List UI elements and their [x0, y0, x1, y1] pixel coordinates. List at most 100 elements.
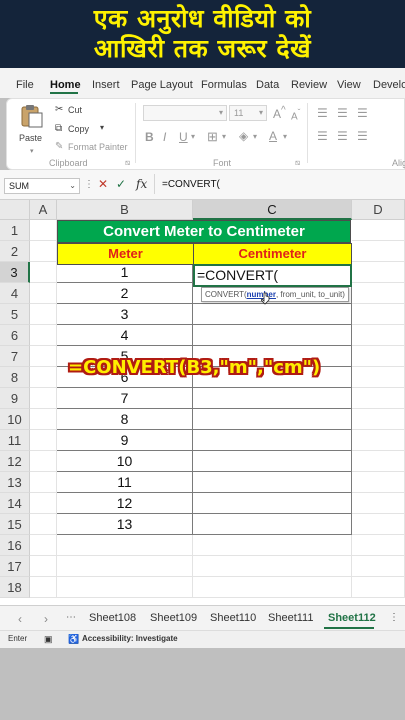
row-header[interactable]: 17 [0, 556, 30, 577]
menu-review[interactable]: Review [291, 79, 327, 91]
centimeter-value-cell[interactable] [193, 451, 352, 472]
row-header[interactable]: 4 [0, 283, 30, 304]
underline-button[interactable]: U [179, 130, 188, 144]
dialog-launcher-icon[interactable]: ⧅ [125, 158, 130, 168]
grid-cell[interactable] [193, 535, 352, 556]
grid-cell[interactable] [30, 220, 57, 241]
chevron-down-icon[interactable]: ▾ [222, 132, 226, 141]
header-meter[interactable]: Meter [57, 243, 194, 265]
grid-cell[interactable] [57, 577, 193, 598]
align-center-icon[interactable]: ☰ [337, 129, 348, 143]
row-header[interactable]: 3 [0, 262, 30, 283]
row-header[interactable]: 11 [0, 430, 30, 451]
meter-value-cell[interactable]: 4 [57, 325, 193, 346]
grid-cell[interactable] [352, 346, 405, 367]
column-header-d[interactable]: D [352, 200, 405, 220]
row-header[interactable]: 14 [0, 493, 30, 514]
font-color-icon[interactable]: A [269, 129, 277, 143]
menu-file[interactable]: File [16, 79, 34, 91]
spreadsheet-grid[interactable]: A B C D 1 2 3 4 5 6 7 8 9 10 11 12 13 14 15 16 17 18 1234… [0, 200, 405, 605]
select-all-corner[interactable] [0, 200, 30, 220]
grid-cell[interactable] [30, 535, 57, 556]
menu-insert[interactable]: Insert [92, 79, 120, 91]
increase-font-icon[interactable]: A^ [273, 105, 286, 121]
row-header[interactable]: 9 [0, 388, 30, 409]
row-header[interactable]: 5 [0, 304, 30, 325]
centimeter-value-cell[interactable] [193, 472, 352, 493]
row-header[interactable]: 1 [0, 220, 30, 241]
font-size-dropdown[interactable]: 11 ▾ [229, 105, 267, 121]
grid-cell[interactable] [30, 304, 57, 325]
accessibility-status[interactable]: Accessibility: Investigate [82, 634, 178, 643]
accessibility-icon[interactable]: ♿ [68, 634, 79, 645]
grid-cell[interactable] [352, 283, 405, 304]
grid-cell[interactable] [352, 367, 405, 388]
name-box[interactable]: SUM ⌄ [4, 178, 80, 194]
copy-button[interactable]: ⧉ Copy ▾ [55, 122, 115, 136]
meter-value-cell[interactable]: 9 [57, 430, 193, 451]
menu-formulas[interactable]: Formulas [201, 79, 247, 91]
align-top-icon[interactable]: ☰ [317, 106, 328, 120]
menu-home[interactable]: Home [50, 79, 81, 91]
centimeter-value-cell[interactable] [193, 388, 352, 409]
chevron-down-icon[interactable]: ▾ [30, 147, 34, 155]
grid-cell[interactable] [193, 556, 352, 577]
row-header[interactable]: 15 [0, 514, 30, 535]
grid-cell[interactable] [193, 577, 352, 598]
meter-value-cell[interactable]: 7 [57, 388, 193, 409]
row-header[interactable]: 7 [0, 346, 30, 367]
chevron-down-icon[interactable]: ▾ [253, 132, 257, 141]
grid-cell[interactable] [30, 493, 57, 514]
meter-value-cell[interactable]: 3 [57, 304, 193, 325]
meter-value-cell[interactable]: 12 [57, 493, 193, 514]
decrease-font-icon[interactable]: Aˇ [291, 107, 300, 122]
cut-button[interactable]: ✂ Cut [55, 103, 105, 117]
meter-value-cell[interactable]: 10 [57, 451, 193, 472]
insert-function-button[interactable]: fx [136, 177, 147, 191]
grid-cell[interactable] [30, 346, 57, 367]
grid-cell[interactable] [30, 388, 57, 409]
more-options-icon[interactable]: ⋮ [84, 179, 94, 190]
centimeter-value-cell[interactable] [193, 493, 352, 514]
align-middle-icon[interactable]: ☰ [337, 106, 348, 120]
grid-cell[interactable] [352, 304, 405, 325]
grid-cell[interactable] [352, 262, 405, 283]
centimeter-value-cell[interactable] [193, 409, 352, 430]
title-cell[interactable]: Convert Meter to Centimeter [57, 220, 351, 243]
align-bottom-icon[interactable]: ☰ [357, 106, 368, 120]
grid-cell[interactable] [352, 220, 405, 241]
grid-cell[interactable] [30, 430, 57, 451]
chevron-down-icon[interactable]: ▾ [283, 132, 287, 141]
centimeter-value-cell[interactable] [193, 304, 352, 325]
cancel-icon[interactable]: ✕ [98, 177, 108, 191]
menu-view[interactable]: View [337, 79, 361, 91]
header-centimeter[interactable]: Centimeter [193, 243, 352, 265]
row-header[interactable]: 6 [0, 325, 30, 346]
grid-cell[interactable] [30, 241, 57, 262]
row-header[interactable]: 2 [0, 241, 30, 262]
grid-cell[interactable] [30, 367, 57, 388]
tab-sheet110[interactable]: Sheet110 [210, 612, 256, 624]
grid-cell[interactable] [30, 514, 57, 535]
grid-cell[interactable] [352, 241, 405, 262]
menu-developer[interactable]: Develo [373, 79, 405, 91]
paste-button[interactable]: Paste [17, 103, 47, 145]
row-header[interactable]: 16 [0, 535, 30, 556]
grid-cell[interactable] [30, 262, 57, 283]
meter-value-cell[interactable]: 11 [57, 472, 193, 493]
grid-cell[interactable] [352, 472, 405, 493]
meter-value-cell[interactable]: 8 [57, 409, 193, 430]
dialog-launcher-icon[interactable]: ⧅ [295, 158, 300, 168]
tab-sheet112[interactable]: Sheet112 [328, 612, 376, 624]
more-options-icon[interactable]: ⋮ [389, 612, 399, 623]
align-left-icon[interactable]: ☰ [317, 129, 328, 143]
centimeter-value-cell[interactable] [193, 430, 352, 451]
grid-cell[interactable] [352, 451, 405, 472]
row-header[interactable]: 13 [0, 472, 30, 493]
grid-cell[interactable] [30, 472, 57, 493]
fill-color-icon[interactable]: ◈ [239, 129, 248, 143]
column-header-c[interactable]: C [193, 200, 352, 220]
macro-record-icon[interactable]: ▣ [44, 634, 53, 645]
row-header[interactable]: 8 [0, 367, 30, 388]
enter-icon[interactable]: ✓ [116, 177, 126, 191]
